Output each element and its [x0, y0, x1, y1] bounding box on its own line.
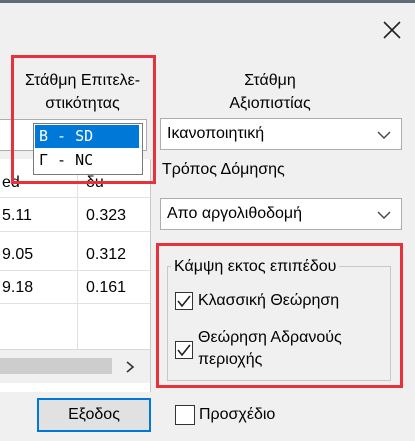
row-divider [0, 197, 150, 198]
close-x-icon [383, 21, 401, 39]
row-divider [0, 270, 150, 271]
row-divider [0, 303, 150, 304]
draft-checkbox[interactable] [175, 405, 195, 425]
exit-button[interactable]: Εξοδος [37, 398, 151, 432]
reliability-level-label-line1: Στάθμη [244, 72, 296, 89]
performance-level-highlight [11, 55, 156, 184]
table-cell: 9.05 [2, 246, 34, 263]
chevron-down-icon [377, 208, 391, 226]
reliability-level-label: Στάθμη Αξιοπιστίας [190, 69, 350, 115]
scrollbar-thumb[interactable] [0, 358, 112, 374]
reliability-level-value: Ικανοποιητική [167, 125, 265, 142]
table-cell: 0.323 [86, 207, 127, 224]
table-cell: 9.18 [2, 279, 34, 296]
reliability-level-dropdown[interactable]: Ικανοποιητική [160, 118, 402, 150]
reliability-level-label-line2: Αξιοπιστίας [229, 95, 311, 112]
scroll-right-button[interactable] [118, 356, 142, 378]
window-top-edge [0, 0, 415, 3]
construction-method-label: Τρόπος Δόμησης [162, 161, 285, 178]
construction-method-value: Απο αργολιθοδομή [167, 205, 303, 222]
out-of-plane-highlight [156, 243, 403, 388]
horizontal-scrollbar[interactable] [0, 349, 150, 383]
construction-method-dropdown[interactable]: Απο αργολιθοδομή [160, 198, 402, 230]
table-cell: 0.161 [86, 279, 127, 296]
close-button[interactable] [380, 18, 404, 42]
column-divider [77, 159, 78, 349]
draft-label: Προσχέδιο [199, 406, 276, 423]
chevron-right-icon [126, 361, 135, 373]
table-cell: 0.312 [86, 246, 127, 263]
row-divider [0, 231, 150, 232]
table-cell: 5.11 [2, 207, 32, 224]
chevron-down-icon [377, 128, 391, 146]
